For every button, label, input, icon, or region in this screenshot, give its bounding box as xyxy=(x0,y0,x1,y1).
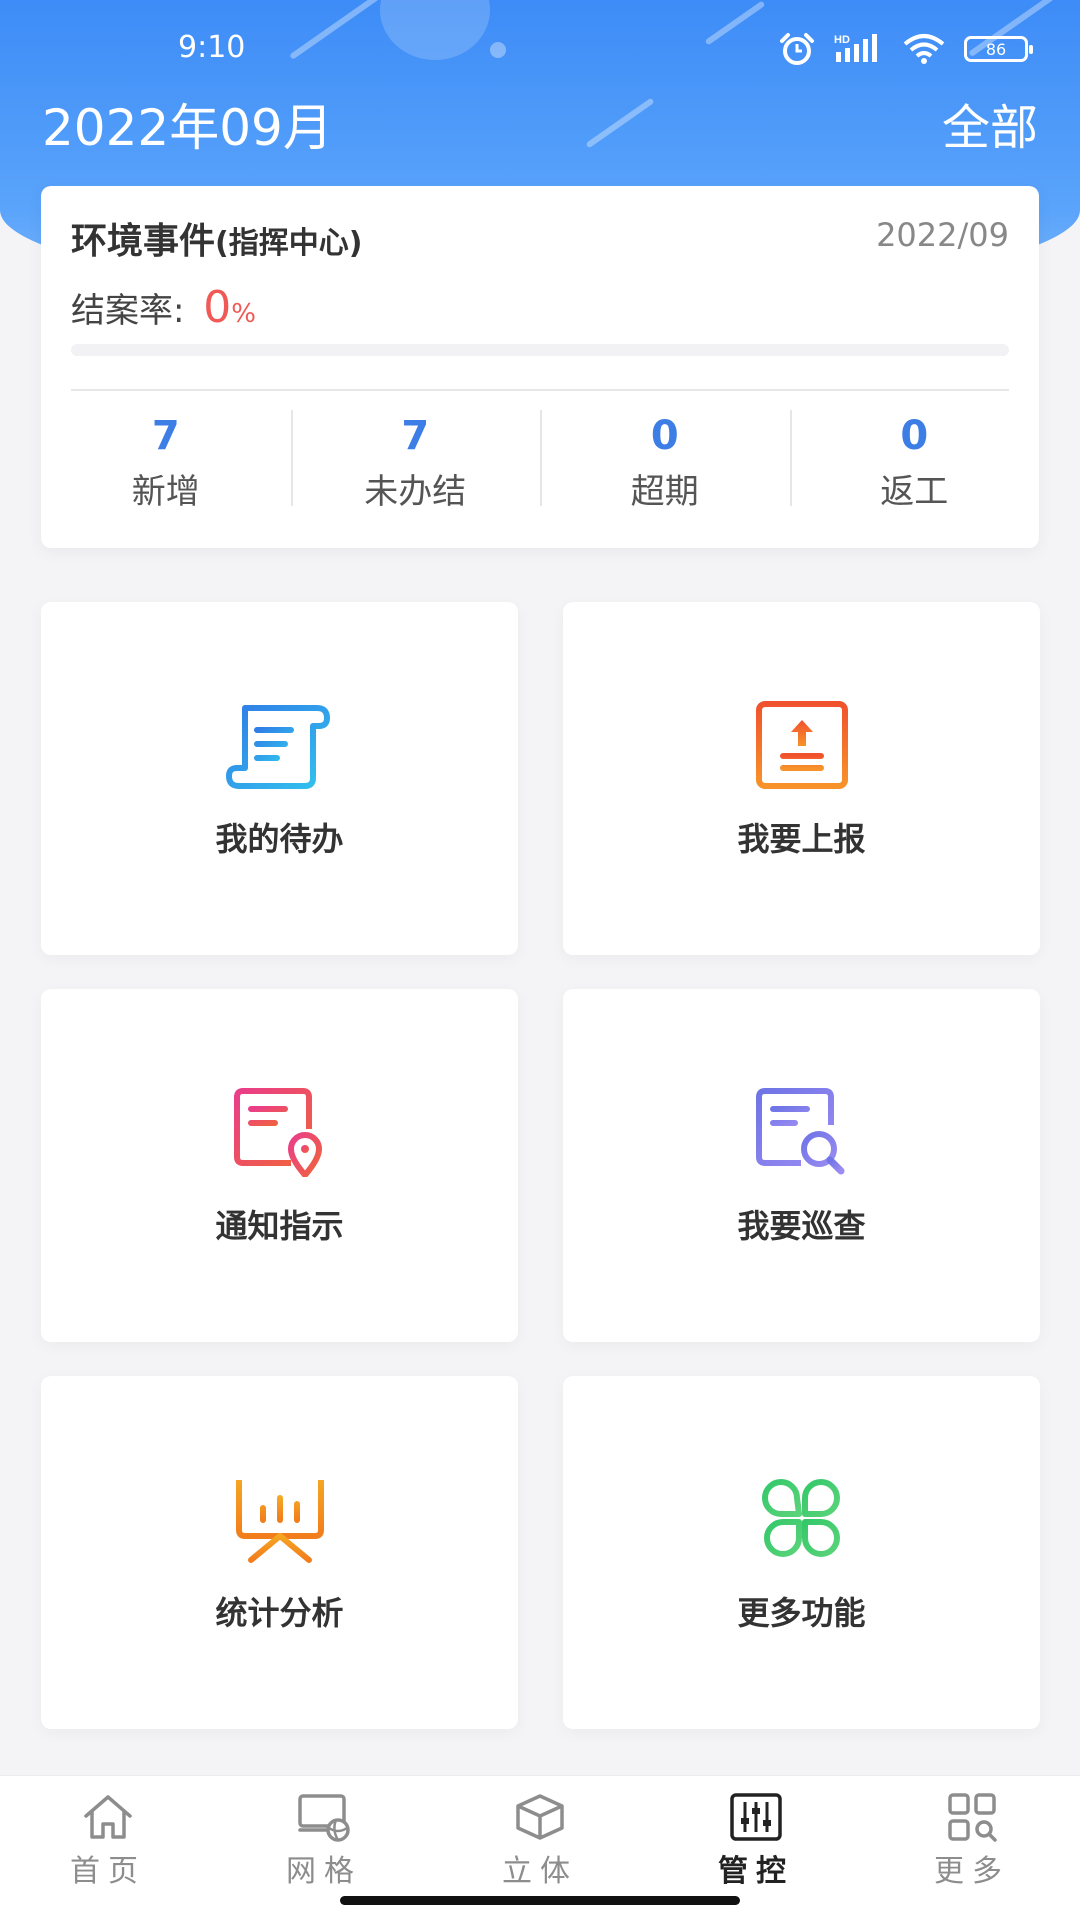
nav-label: 网格 xyxy=(286,1854,362,1889)
tile-label: 统计分析 xyxy=(215,1594,344,1632)
statistics-board-icon xyxy=(227,1476,332,1563)
tile-label: 我要上报 xyxy=(737,820,866,858)
upload-report-icon xyxy=(755,701,848,789)
stat-value: 0 xyxy=(650,413,679,459)
nav-label: 更多 xyxy=(934,1854,1010,1889)
month-selector[interactable]: 2022年09月 xyxy=(42,88,333,160)
stat-rework[interactable]: 0 返工 xyxy=(789,410,1040,520)
control-sliders-icon xyxy=(730,1793,782,1841)
home-indicator[interactable] xyxy=(340,1896,740,1905)
stat-label: 返工 xyxy=(880,472,949,512)
card-title-main: 环境事件 xyxy=(71,221,216,262)
closure-rate: 结案率: 0% xyxy=(71,282,256,333)
alarm-icon xyxy=(780,33,814,65)
nav-label: 立体 xyxy=(502,1854,578,1889)
more-apps-icon xyxy=(948,1793,997,1842)
stat-unfinished[interactable]: 7 未办结 xyxy=(290,410,541,520)
nav-label: 管控 xyxy=(718,1854,794,1889)
stat-label: 超期 xyxy=(630,472,699,512)
cell-signal-icon: HD xyxy=(834,34,877,62)
status-icons: HD 86 xyxy=(778,32,1033,66)
network-label: HD xyxy=(834,34,850,46)
closure-progress-bar xyxy=(71,344,1009,356)
closure-rate-label: 结案率: xyxy=(71,291,185,331)
status-time: 9:10 xyxy=(178,30,246,65)
tile-my-todo[interactable]: 我的待办 xyxy=(41,602,518,955)
filter-all-button[interactable]: 全部 xyxy=(942,88,1038,158)
nav-label: 首页 xyxy=(70,1854,146,1889)
card-divider xyxy=(71,389,1009,391)
nav-home[interactable]: 首页 xyxy=(0,1776,216,1921)
decor-streak xyxy=(585,97,655,149)
notice-location-icon xyxy=(233,1088,322,1177)
closure-rate-unit: % xyxy=(231,299,256,329)
stats-row: 7 新增 7 未办结 0 超期 0 返工 xyxy=(41,410,1039,520)
event-summary-card[interactable]: 环境事件(指挥中心) 2022/09 结案率: 0% 7 新增 7 未办结 0 … xyxy=(41,186,1039,548)
inspect-search-icon xyxy=(755,1088,844,1175)
grid-globe-icon xyxy=(298,1794,350,1842)
stat-overdue[interactable]: 0 超期 xyxy=(540,410,790,520)
more-clover-icon xyxy=(761,1479,840,1557)
stat-value: 0 xyxy=(900,413,929,459)
card-title: 环境事件(指挥中心) xyxy=(71,212,362,264)
battery-icon: 86 xyxy=(964,36,1033,62)
tile-label: 通知指示 xyxy=(215,1207,344,1245)
stat-label: 未办结 xyxy=(364,472,467,512)
tile-more-features[interactable]: 更多功能 xyxy=(563,1376,1040,1729)
wifi-icon xyxy=(903,34,945,64)
tile-inspect[interactable]: 我要巡查 xyxy=(563,989,1040,1342)
todo-scroll-icon xyxy=(225,705,330,789)
tile-label: 我要巡查 xyxy=(737,1207,866,1245)
nav-more[interactable]: 更多 xyxy=(864,1776,1080,1921)
stat-label: 新增 xyxy=(131,472,200,512)
battery-level: 86 xyxy=(985,39,1007,59)
tile-label: 更多功能 xyxy=(737,1594,866,1632)
tile-notice[interactable]: 通知指示 xyxy=(41,989,518,1342)
cube-icon xyxy=(516,1794,564,1840)
stat-value: 7 xyxy=(401,413,430,459)
status-bar: 9:10 HD 86 xyxy=(0,30,1080,70)
home-icon xyxy=(84,1795,132,1839)
tile-report[interactable]: 我要上报 xyxy=(563,602,1040,955)
tile-statistics[interactable]: 统计分析 xyxy=(41,1376,518,1729)
tile-label: 我的待办 xyxy=(215,820,344,858)
stat-value: 7 xyxy=(151,413,180,459)
stat-new[interactable]: 7 新增 xyxy=(41,410,291,520)
card-title-sub: (指挥中心) xyxy=(215,226,363,261)
card-period: 2022/09 xyxy=(876,216,1009,254)
closure-rate-value: 0 xyxy=(203,282,232,333)
